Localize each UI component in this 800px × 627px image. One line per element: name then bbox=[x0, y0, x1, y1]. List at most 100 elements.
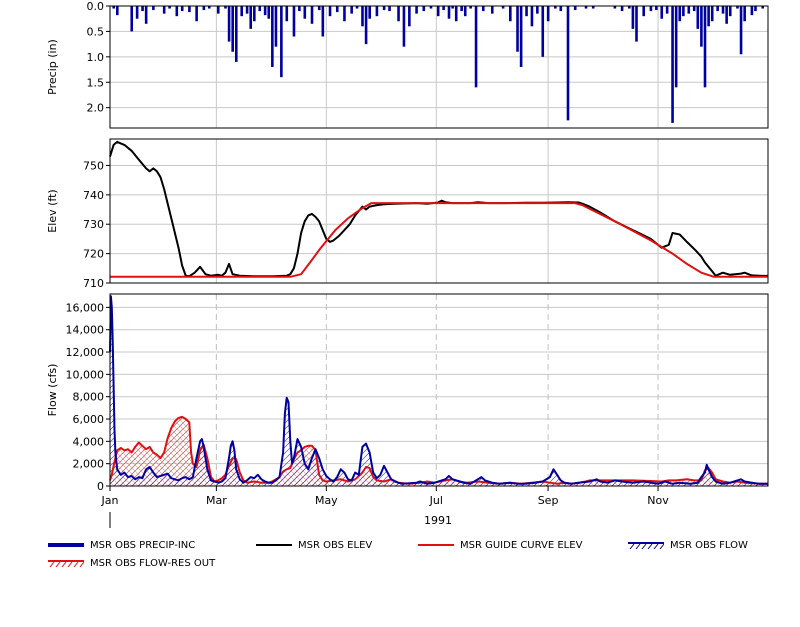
elev-ytick-label: 710 bbox=[83, 277, 104, 290]
precip-bar bbox=[202, 6, 206, 11]
precip-bar bbox=[310, 6, 314, 24]
flow-ytick-label: 16,000 bbox=[66, 301, 105, 314]
precip-bar bbox=[754, 6, 757, 12]
precip-bar bbox=[707, 6, 710, 27]
precip-bar bbox=[175, 6, 179, 17]
precip-ytick-label: 1.5 bbox=[87, 76, 105, 89]
elev-ytick-label: 720 bbox=[83, 248, 104, 261]
precip-bar bbox=[361, 6, 364, 27]
elev-ytick-label: 730 bbox=[83, 218, 104, 231]
precip-bar bbox=[725, 6, 728, 24]
precip-bar bbox=[267, 6, 271, 19]
precip-bar bbox=[442, 6, 445, 11]
precip-bar bbox=[665, 6, 669, 14]
elev-ytick-label: 750 bbox=[83, 159, 104, 172]
precip-bar bbox=[234, 6, 238, 62]
precip-bar bbox=[631, 6, 635, 29]
precip-bar bbox=[280, 6, 283, 78]
precip-bar bbox=[649, 6, 653, 12]
precip-bar bbox=[674, 6, 678, 88]
precip-bar bbox=[635, 6, 638, 42]
precip-bar bbox=[710, 6, 714, 22]
x-tick-label: Nov bbox=[647, 494, 669, 507]
precip-bar bbox=[135, 6, 139, 19]
precip-bar bbox=[350, 6, 353, 14]
legend-swatch-elev-icon bbox=[256, 544, 292, 546]
precip-bar bbox=[447, 6, 451, 19]
precip-bar bbox=[721, 6, 725, 14]
precip-bar bbox=[180, 6, 184, 12]
flow-ytick-label: 6,000 bbox=[73, 413, 105, 426]
x-axis-year-label: 1991 bbox=[424, 514, 452, 527]
legend-label-guide-curve: MSR GUIDE CURVE ELEV bbox=[460, 539, 583, 551]
precip-bar bbox=[620, 6, 624, 12]
precip-bar bbox=[188, 6, 191, 13]
flow-y-axis-label: Flow (cfs) bbox=[46, 364, 59, 417]
precip-bar bbox=[660, 6, 664, 19]
precip-bar bbox=[258, 6, 262, 12]
precip-bar bbox=[678, 6, 682, 22]
precip-bar bbox=[422, 6, 426, 12]
precip-bar bbox=[240, 6, 243, 17]
precip-bar bbox=[541, 6, 545, 57]
elevation-panel: 710 720 730 740 750 Elev (ft) bbox=[46, 138, 769, 290]
precip-bar bbox=[463, 6, 467, 17]
precip-bar bbox=[382, 6, 386, 11]
precip-bar bbox=[743, 6, 746, 22]
precip-bar bbox=[454, 6, 458, 22]
obs-elev-line bbox=[109, 140, 768, 278]
legend: MSR OBS PRECIP-INC MSR OBS ELEV MSR GUID… bbox=[48, 537, 788, 577]
precip-bar bbox=[692, 6, 696, 12]
chart-canvas: 0.00.51.01.52.0Precip (in) 7107207307407… bbox=[46, 0, 769, 528]
elev-frame bbox=[109, 138, 769, 284]
flow-ytick-label: 4,000 bbox=[73, 435, 105, 448]
precip-bar bbox=[671, 6, 674, 123]
legend-label-obs-flow: MSR OBS FLOW bbox=[670, 539, 748, 551]
legend-label-precip: MSR OBS PRECIP-INC bbox=[90, 539, 196, 551]
precip-bar bbox=[509, 6, 512, 22]
legend-item-obs-flow: MSR OBS FLOW bbox=[628, 537, 748, 553]
precip-bar bbox=[249, 6, 253, 29]
precip-bar bbox=[728, 6, 732, 17]
x-tick-label: Mar bbox=[206, 494, 227, 507]
precip-bar bbox=[144, 6, 148, 24]
precip-ytick-label: 0.0 bbox=[87, 0, 105, 13]
legend-label-res-out: MSR OBS FLOW-RES OUT bbox=[90, 557, 216, 569]
legend-item-res-out: MSR OBS FLOW-RES OUT bbox=[48, 555, 215, 571]
precip-bar bbox=[274, 6, 278, 47]
x-tick-label: May bbox=[315, 494, 338, 507]
precip-bar bbox=[216, 6, 220, 14]
flow-ytick-label: 14,000 bbox=[66, 324, 105, 337]
precip-bar bbox=[321, 6, 325, 37]
obs-flow-area bbox=[110, 296, 768, 486]
flow-ytick-label: 12,000 bbox=[66, 346, 105, 359]
legend-item-guide-curve: MSR GUIDE CURVE ELEV bbox=[418, 537, 582, 553]
x-tick-label: Jul bbox=[429, 494, 443, 507]
x-axis: Jan Mar May Jul Sep Nov bbox=[101, 486, 669, 528]
flow-ytick-label: 0 bbox=[97, 480, 104, 493]
precip-bar bbox=[481, 6, 485, 12]
precip-bar bbox=[335, 6, 339, 13]
precip-bar bbox=[516, 6, 519, 52]
flow-ytick-label: 8,000 bbox=[73, 391, 105, 404]
precip-bar bbox=[546, 6, 550, 22]
precip-bar bbox=[525, 6, 528, 17]
precip-bar bbox=[285, 6, 289, 22]
legend-swatch-res-out-icon bbox=[48, 560, 84, 567]
precip-bar bbox=[317, 6, 321, 11]
precip-bar bbox=[460, 6, 463, 12]
precip-bar bbox=[328, 6, 332, 17]
flow-ytick-label: 2,000 bbox=[73, 458, 105, 471]
precip-bar bbox=[716, 6, 719, 12]
precip-bar bbox=[519, 6, 523, 67]
precip-bar bbox=[408, 6, 411, 27]
precip-bar bbox=[388, 6, 391, 12]
precip-bar bbox=[642, 6, 646, 17]
precip-bar bbox=[195, 6, 198, 22]
precip-bar bbox=[566, 6, 570, 121]
legend-swatch-flow-icon bbox=[628, 542, 664, 549]
obs-flow-line bbox=[109, 295, 768, 485]
precip-bar bbox=[343, 6, 346, 22]
precip-bar bbox=[703, 6, 707, 88]
precip-bar bbox=[292, 6, 296, 37]
